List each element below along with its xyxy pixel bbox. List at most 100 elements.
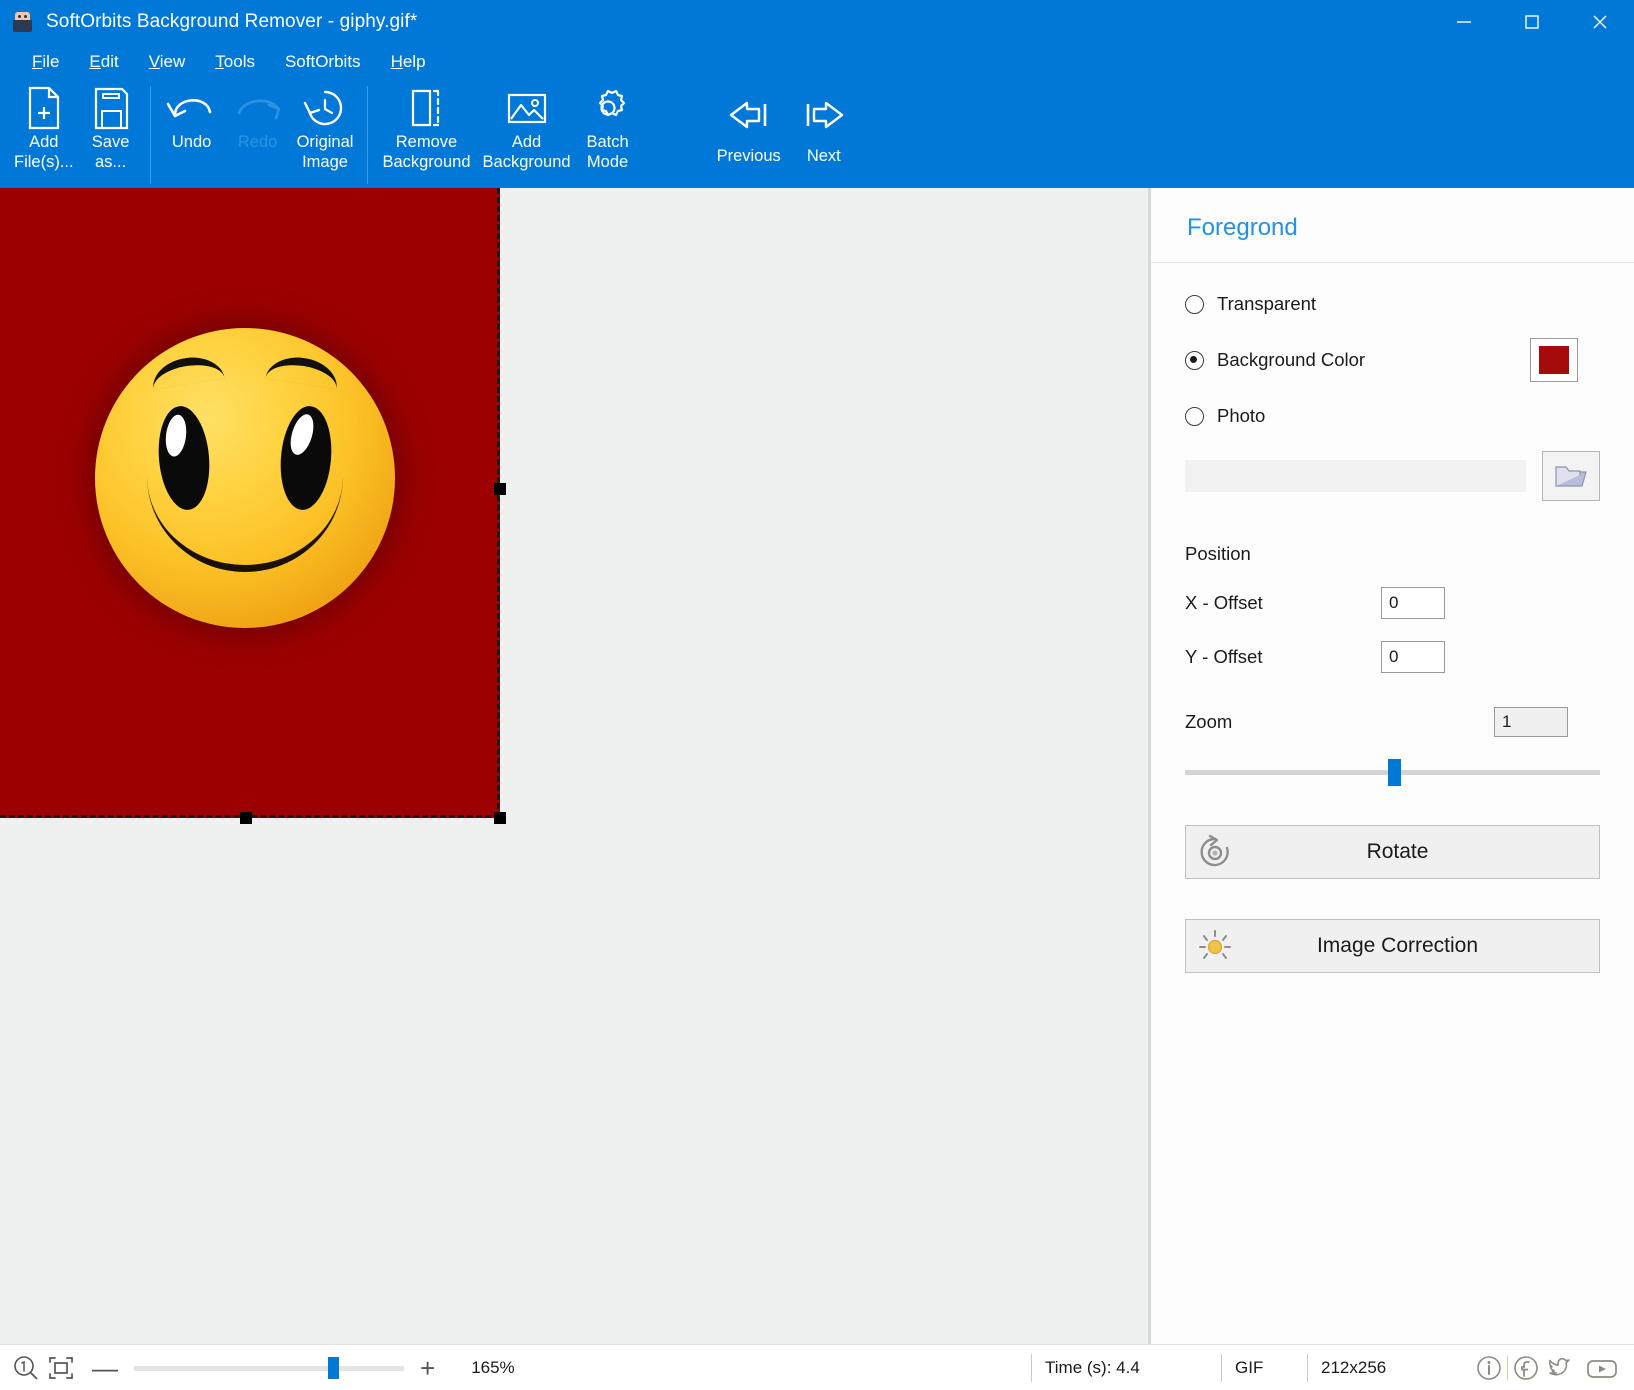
minimize-icon[interactable] xyxy=(1430,0,1498,44)
remove-background-icon xyxy=(404,84,448,132)
smiley-brow-left xyxy=(149,352,225,390)
zoom-in-button[interactable]: + xyxy=(410,1355,445,1381)
smiley-mouth xyxy=(147,476,343,572)
panel-title-divider xyxy=(1151,262,1634,263)
y-offset-label: Y - Offset xyxy=(1185,646,1263,667)
menu-tools-rest: ools xyxy=(223,52,255,71)
radio-option-background-color[interactable]: Background Color xyxy=(1185,338,1600,382)
zoom-percent-label: 165% xyxy=(471,1357,515,1377)
toolbar-button-add-background[interactable]: Add Background xyxy=(477,80,577,172)
toolbar: Add File(s)... Save as... Undo Redo Orig… xyxy=(0,80,1634,188)
resize-handle-corner[interactable] xyxy=(494,812,506,824)
toolbar-button-undo[interactable]: Undo xyxy=(159,80,225,152)
background-color-swatch-button[interactable] xyxy=(1530,338,1578,382)
toolbar-button-batch-mode[interactable]: Batch Mode xyxy=(577,80,639,172)
toolbar-button-next[interactable]: Next xyxy=(787,80,861,166)
menu-item-help[interactable]: Help xyxy=(377,48,440,76)
toolbar-button-previous[interactable]: Previous xyxy=(711,80,787,166)
radio-photo-icon[interactable] xyxy=(1185,406,1204,426)
toolbar-label-add-files: Add File(s)... xyxy=(14,133,74,171)
resize-handle-bottom[interactable] xyxy=(240,812,252,824)
zoom-out-button[interactable]: — xyxy=(82,1355,128,1381)
position-section-label: Position xyxy=(1185,543,1251,564)
x-offset-row: X - Offset xyxy=(1185,587,1600,619)
x-offset-input[interactable] xyxy=(1381,587,1445,619)
image-canvas[interactable] xyxy=(0,188,1148,1344)
zoom-slider-thumb[interactable] xyxy=(1388,759,1402,786)
toolbar-button-add-files[interactable]: Add File(s)... xyxy=(8,80,80,172)
toolbar-button-save-as[interactable]: Save as... xyxy=(80,80,142,172)
menu-item-view[interactable]: View xyxy=(135,48,200,76)
toolbar-button-redo: Redo xyxy=(225,80,291,152)
menu-item-file[interactable]: File xyxy=(18,48,73,76)
toolbar-label-redo: Redo xyxy=(237,133,278,151)
save-icon xyxy=(90,84,132,132)
canvas-zoom-track xyxy=(134,1365,404,1371)
menu-item-tools[interactable]: Tools xyxy=(201,48,269,76)
toolbar-label-save-as: Save as... xyxy=(91,133,130,171)
status-time: Time (s): 4.4 xyxy=(1031,1353,1221,1382)
window-title: SoftOrbits Background Remover - giphy.gi… xyxy=(46,11,418,32)
radio-transparent-icon[interactable] xyxy=(1185,294,1204,314)
fit-to-window-icon[interactable] xyxy=(46,1354,76,1382)
redo-arrow-icon xyxy=(231,84,285,132)
social-links xyxy=(1471,1353,1622,1383)
toolbar-button-original-image[interactable]: Original Image xyxy=(291,80,360,172)
history-clock-icon xyxy=(301,84,349,132)
maximize-icon[interactable] xyxy=(1498,0,1566,44)
toolbar-label-original-image: Original Image xyxy=(296,133,354,171)
toolbar-label-next: Next xyxy=(806,147,841,165)
zoom-value-input[interactable] xyxy=(1494,707,1568,737)
toolbar-label-undo: Undo xyxy=(171,133,212,151)
menu-bar: File Edit View Tools SoftOrbits Help xyxy=(0,44,1634,80)
rotate-button[interactable]: Rotate xyxy=(1185,825,1600,879)
canvas-zoom-thumb[interactable] xyxy=(328,1356,340,1379)
radio-label-background-color: Background Color xyxy=(1217,349,1366,370)
toolbar-separator-2 xyxy=(367,86,369,184)
image-selection[interactable] xyxy=(0,188,506,824)
close-icon[interactable] xyxy=(1566,0,1634,44)
image-correction-button[interactable]: Image Correction xyxy=(1185,919,1600,973)
menu-item-edit[interactable]: Edit xyxy=(75,48,132,76)
menu-help-rest: elp xyxy=(402,52,426,71)
zoom-slider[interactable] xyxy=(1185,759,1600,786)
arrow-right-icon xyxy=(796,84,852,146)
radio-background-color-icon[interactable] xyxy=(1185,350,1204,370)
browse-photo-button[interactable] xyxy=(1542,451,1600,501)
title-bar: SoftOrbits Background Remover - giphy.gi… xyxy=(0,0,1634,44)
canvas-zoom-slider[interactable] xyxy=(134,1355,404,1381)
zoom-1to1-icon[interactable] xyxy=(12,1354,40,1382)
body-area: Foregrond Transparent Background Color P… xyxy=(0,188,1634,1344)
youtube-icon[interactable] xyxy=(1582,1353,1622,1383)
zoom-label: Zoom xyxy=(1185,711,1233,732)
toolbar-label-batch-mode: Batch Mode xyxy=(586,133,629,171)
toolbar-label-remove-background: Remove Background xyxy=(382,133,471,171)
add-file-icon xyxy=(23,84,65,132)
zoom-row: Zoom xyxy=(1185,707,1600,737)
x-offset-label: X - Offset xyxy=(1185,592,1263,613)
arrow-left-icon xyxy=(721,84,777,146)
menu-view-rest: iew xyxy=(159,52,186,71)
info-icon[interactable] xyxy=(1471,1353,1507,1383)
status-format: GIF xyxy=(1221,1353,1307,1382)
toolbar-label-previous: Previous xyxy=(716,147,781,165)
photo-path-input[interactable] xyxy=(1185,460,1526,492)
y-offset-input[interactable] xyxy=(1381,641,1445,673)
toolbar-separator-1 xyxy=(149,86,151,184)
radio-option-transparent[interactable]: Transparent xyxy=(1185,289,1600,319)
facebook-icon[interactable] xyxy=(1508,1353,1544,1383)
picture-icon xyxy=(504,84,550,132)
status-dimensions: 212x256 xyxy=(1307,1353,1457,1382)
menu-file-rest: ile xyxy=(42,52,60,71)
toolbar-button-remove-background[interactable]: Remove Background xyxy=(376,80,476,172)
radio-option-photo[interactable]: Photo xyxy=(1185,401,1600,431)
twitter-icon[interactable] xyxy=(1544,1353,1582,1383)
background-color-swatch xyxy=(1539,346,1569,374)
smiley-face-image xyxy=(95,328,395,628)
y-offset-row: Y - Offset xyxy=(1185,641,1600,673)
resize-handle-right[interactable] xyxy=(494,483,506,495)
folder-icon xyxy=(1555,466,1587,487)
menu-item-softorbits[interactable]: SoftOrbits xyxy=(271,48,375,76)
image-correction-label: Image Correction xyxy=(1316,934,1479,957)
smiley-brow-right xyxy=(265,352,341,390)
